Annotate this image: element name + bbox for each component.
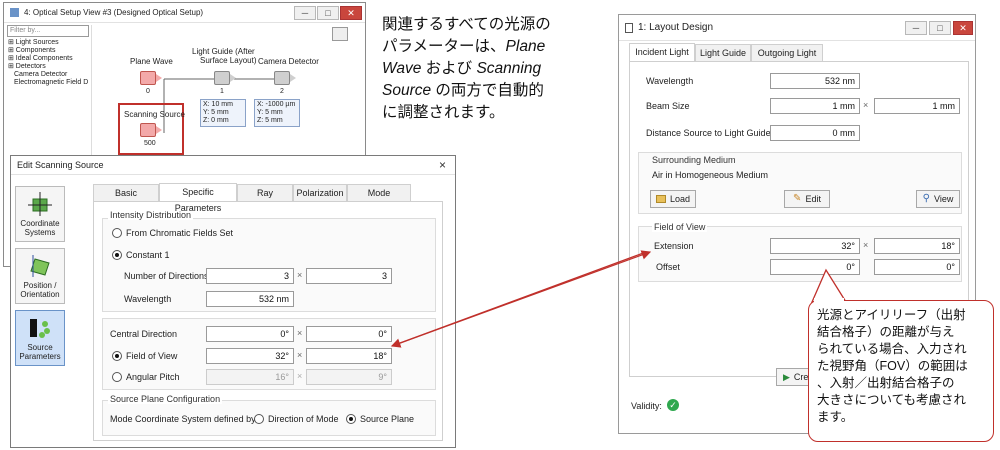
callout-line: 光源とアイリリーフ（出射 <box>817 308 966 322</box>
callout-line: た視野角（FOV）の範囲は <box>817 359 968 373</box>
callout-pointer-cover <box>814 298 844 302</box>
callout-line: 結合格子）の距離が与え <box>817 325 955 339</box>
callout-box: 光源とアイリリーフ（出射 結合格子）の距離が与え られている場合、入力され た視… <box>808 300 994 442</box>
callout-line: 大きさについても考慮され <box>817 393 967 407</box>
callout-line: られている場合、入力され <box>817 342 967 356</box>
callout-line: 、入射／出射結合格子の <box>817 376 955 390</box>
callout-line: ます。 <box>817 410 854 424</box>
